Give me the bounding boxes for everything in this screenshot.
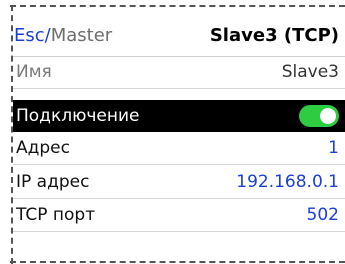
row-ip[interactable]: IP адрес 192.168.0.1 <box>13 166 345 199</box>
row-port-label: TCP порт <box>16 205 96 225</box>
breadcrumb: Esc/Master <box>13 25 112 46</box>
row-connection-label: Подключение <box>16 106 140 126</box>
page-title: Slave3 (TCP) <box>209 24 339 46</box>
device-screen: Esc/Master Slave3 (TCP) Имя Slave3 Подкл… <box>13 14 345 258</box>
row-name-value: Slave3 <box>281 62 339 82</box>
breadcrumb-esc-link[interactable]: Esc <box>14 25 45 46</box>
row-name[interactable]: Имя Slave3 <box>13 56 345 89</box>
breadcrumb-master[interactable]: Master <box>51 25 112 46</box>
row-address[interactable]: Адрес 1 <box>13 132 345 165</box>
screen-frame-bottom <box>10 261 345 263</box>
connection-toggle[interactable] <box>299 105 339 127</box>
row-address-value[interactable]: 1 <box>328 138 345 158</box>
row-port-value[interactable]: 502 <box>307 205 345 225</box>
toggle-knob <box>320 108 336 124</box>
row-connection[interactable]: Подключение <box>13 100 345 132</box>
header-bar: Esc/Master Slave3 (TCP) <box>13 14 345 57</box>
row-address-label: Адрес <box>16 138 70 158</box>
row-port[interactable]: TCP порт 502 <box>13 199 345 232</box>
screen-frame-top <box>10 5 345 7</box>
row-ip-value[interactable]: 192.168.0.1 <box>236 172 345 192</box>
row-name-label: Имя <box>16 62 52 82</box>
row-ip-label: IP адрес <box>16 172 90 192</box>
